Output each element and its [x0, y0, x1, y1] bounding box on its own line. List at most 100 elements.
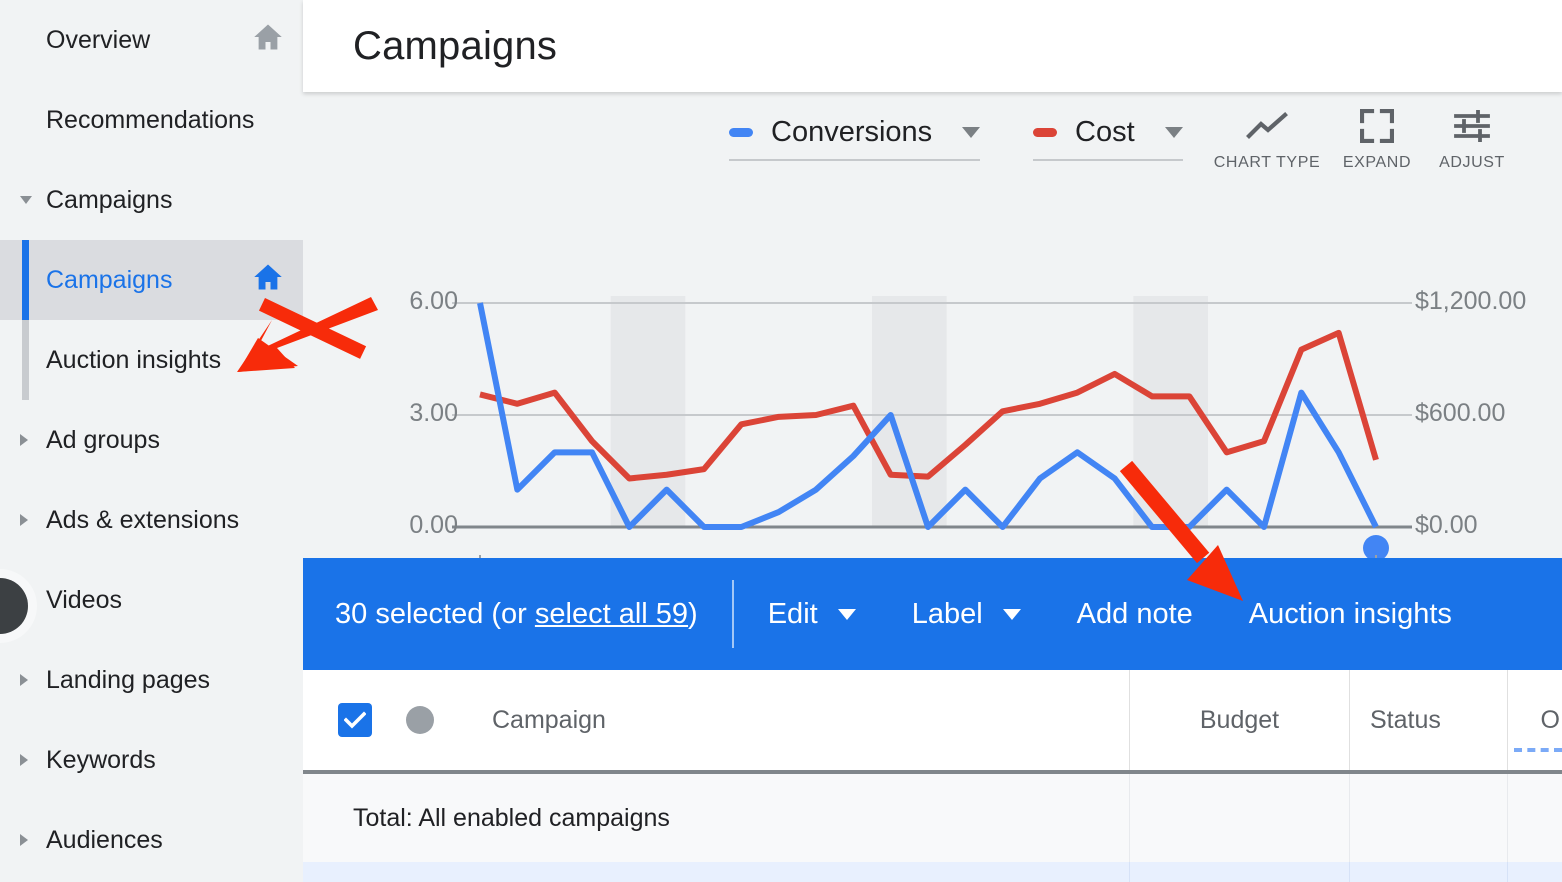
y-axis-right-tick: $1,200.00 [1415, 287, 1526, 316]
sidebar-item-label: Ad groups [46, 426, 283, 455]
table-row-partial[interactable] [303, 862, 1562, 882]
metric-color-swatch-conversions [729, 128, 753, 137]
main-content: Campaigns Conversions Cost [303, 0, 1562, 882]
action-add-note[interactable]: Add note [1077, 598, 1193, 631]
sidebar-item-label: Audiences [46, 826, 283, 855]
metric-selector-cost[interactable]: Cost [1033, 116, 1183, 161]
sidebar-item-campaigns[interactable]: Campaigns [0, 240, 303, 320]
page-header: Campaigns [303, 0, 1562, 92]
action-auction-insights[interactable]: Auction insights [1249, 598, 1452, 631]
y-axis-left-tick: 6.00 [409, 287, 458, 316]
campaigns-table: Campaign Budget Status O Total: All enab… [303, 670, 1562, 882]
bulk-action-buttons: Edit Label Add note Auction insights [768, 598, 1508, 631]
table-cell-budget [1130, 862, 1350, 882]
metric-color-swatch-cost [1033, 128, 1057, 137]
sidebar-item-ads-extensions[interactable]: Ads & extensions [0, 480, 303, 560]
column-label-budget: Budget [1200, 706, 1279, 735]
column-label-status: Status [1370, 706, 1441, 735]
action-label: Add note [1077, 598, 1193, 631]
sidebar-item-label: Videos [46, 586, 283, 615]
chevron-right-icon[interactable] [20, 674, 28, 686]
table-cell-optimization-score [1508, 774, 1562, 862]
chevron-right-icon[interactable] [20, 834, 28, 846]
sidebar-item-label: Keywords [46, 746, 283, 775]
sidebar-item-recommendations[interactable]: Recommendations [0, 80, 303, 160]
table-header-campaign[interactable]: Campaign [303, 670, 1130, 770]
table-header-optimization-score[interactable]: O [1508, 670, 1562, 770]
chevron-down-icon[interactable] [1003, 609, 1021, 620]
home-icon[interactable] [253, 23, 283, 58]
sidebar-item-label: Campaigns [46, 266, 253, 295]
sidebar-item-label: Auction insights [46, 346, 283, 375]
weekend-band-0 [611, 296, 686, 527]
table-header-status[interactable]: Status [1350, 670, 1508, 770]
table-cell-status [1350, 774, 1508, 862]
y-axis-left-tick: 0.00 [409, 511, 458, 540]
select-all-checkbox[interactable] [338, 703, 372, 737]
home-icon[interactable] [253, 263, 283, 298]
series-end-marker [1363, 535, 1389, 558]
sidebar: Overview Recommendations Campaigns Campaign… [0, 0, 303, 882]
select-all-link[interactable]: select all 59 [535, 598, 688, 630]
selection-suffix: ) [688, 598, 698, 630]
selection-summary: 30 selected (or select all 59) [335, 598, 698, 631]
column-label-optimization-score: O [1541, 706, 1560, 735]
app-root: OverviewRecommendationsCampaignsCampaign… [0, 0, 1562, 882]
sidebar-item-audiences[interactable]: Audiences [0, 800, 303, 880]
table-header-row: Campaign Budget Status O [303, 670, 1562, 774]
column-dashed-underline [1514, 748, 1562, 752]
divider [732, 580, 734, 648]
sidebar-item-auction-insights[interactable]: Auction insights [0, 320, 303, 400]
table-cell-optimization-score [1508, 862, 1562, 882]
chevron-down-icon[interactable] [1165, 127, 1183, 138]
expand-icon [1360, 106, 1394, 146]
action-label: Edit [768, 598, 818, 631]
chart-svg [303, 188, 1562, 558]
sidebar-item-keywords[interactable]: Keywords [0, 720, 303, 800]
table-cell-status [1350, 862, 1508, 882]
selection-count: 30 selected (or [335, 598, 535, 630]
chevron-down-icon[interactable] [962, 127, 980, 138]
metric-selector-conversions[interactable]: Conversions [729, 116, 980, 161]
y-axis-right-tick: $0.00 [1415, 511, 1478, 540]
expand-button[interactable]: EXPAND [1324, 106, 1430, 172]
page-title: Campaigns [353, 24, 557, 69]
y-axis-left-tick: 3.00 [409, 399, 458, 428]
sidebar-item-videos[interactable]: Videos [0, 560, 303, 640]
sidebar-item-landing-pages[interactable]: Landing pages [0, 640, 303, 720]
table-cell-campaign: Total: All enabled campaigns [303, 774, 1130, 862]
y-axis-right-tick: $600.00 [1415, 399, 1505, 428]
sidebar-item-campaigns[interactable]: Campaigns [0, 160, 303, 240]
sidebar-item-label: Ads & extensions [46, 506, 283, 535]
chevron-down-icon[interactable] [20, 196, 32, 204]
status-dot-icon[interactable] [406, 706, 434, 734]
chevron-right-icon[interactable] [20, 754, 28, 766]
chart-toolbar: Conversions Cost CHART TYPE [303, 92, 1562, 188]
chart-panel: Conversions Cost CHART TYPE [303, 92, 1562, 558]
weekend-band-1 [872, 296, 947, 527]
table-cell-budget [1130, 774, 1350, 862]
chart-type-button[interactable]: CHART TYPE [1214, 106, 1320, 172]
line-chart-icon [1246, 106, 1288, 146]
subitem-indicator [22, 320, 29, 400]
action-label: Label [912, 598, 983, 631]
expand-label: EXPAND [1343, 154, 1411, 172]
action-label[interactable]: Label [912, 598, 1021, 631]
chevron-right-icon[interactable] [20, 434, 28, 446]
sidebar-nav-list: Overview Recommendations Campaigns Campaign… [0, 0, 303, 880]
chevron-right-icon[interactable] [20, 514, 28, 526]
sidebar-item-ad-groups[interactable]: Ad groups [0, 400, 303, 480]
chart-type-label: CHART TYPE [1214, 154, 1320, 172]
sidebar-item-label: Recommendations [46, 106, 283, 135]
chevron-down-icon[interactable] [838, 609, 856, 620]
adjust-button[interactable]: ADJUST [1419, 106, 1525, 172]
sidebar-item-overview[interactable]: Overview [0, 0, 303, 80]
table-header-budget[interactable]: Budget [1130, 670, 1350, 770]
chart-plot-area[interactable]: 6.003.000.00$1,200.00$600.00$0.00Sep 1, … [303, 188, 1562, 558]
table-row[interactable]: Total: All enabled campaigns [303, 774, 1562, 862]
action-edit[interactable]: Edit [768, 598, 856, 631]
sidebar-item-label: Overview [46, 26, 253, 55]
sidebar-item-label: Landing pages [46, 666, 283, 695]
table-cell-campaign [303, 862, 1130, 882]
adjust-label: ADJUST [1439, 154, 1505, 172]
